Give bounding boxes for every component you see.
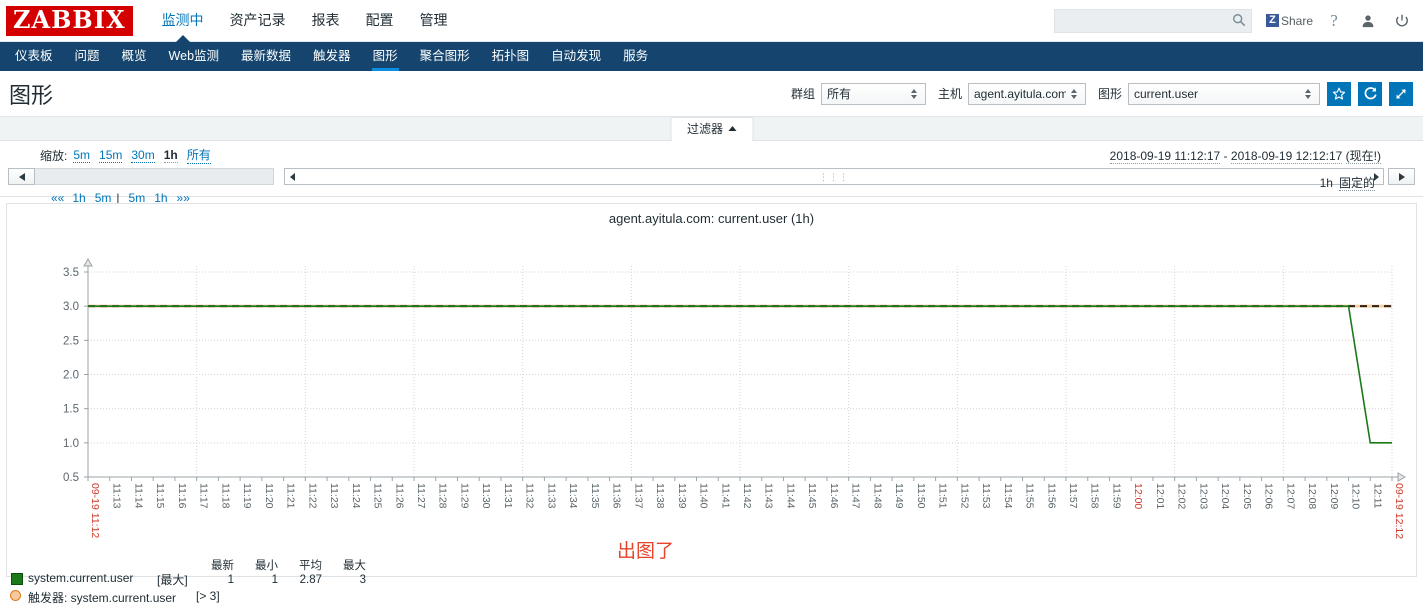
zoom-option-1h[interactable]: 1h — [163, 148, 178, 163]
arrow-left-icon — [289, 172, 295, 181]
zoom-label: 缩放: — [40, 148, 68, 163]
host-value: agent.ayitula.com — [973, 86, 1066, 101]
fixed-toggle[interactable]: 固定的 — [1338, 176, 1375, 191]
range-to[interactable]: 2018-09-19 12:12:17 — [1230, 149, 1343, 164]
graph-label: 图形 — [1097, 87, 1122, 101]
slider-handle-left[interactable] — [285, 169, 299, 184]
legend-header-last: 最新 — [211, 560, 234, 572]
zoom-option-5m[interactable]: 5m — [73, 148, 91, 163]
date-range-display: 2018-09-19 11:12:17 - 2018-09-19 12:12:1… — [1109, 147, 1381, 164]
subnav-item-latest-data[interactable]: 最新数据 — [230, 42, 302, 71]
subnav-item-overview[interactable]: 概览 — [111, 42, 158, 71]
legend-value-max: 3 — [359, 574, 366, 586]
range-dash: - — [1220, 149, 1231, 163]
time-selector-panel: 缩放: 5m 15m 30m 1h 所有 2018-09-19 11:12:17… — [0, 141, 1423, 206]
main-menu: 监测中 资产记录 报表 配置 管理 — [149, 0, 461, 41]
help-icon[interactable]: ? — [1321, 8, 1347, 34]
period-value: 1h — [1319, 176, 1333, 190]
legend-series-name: system.current.user — [28, 571, 134, 585]
period-info: 1h 固定的 — [1320, 174, 1375, 191]
range-from[interactable]: 2018-09-19 11:12:17 — [1109, 149, 1221, 164]
page-title: 图形 — [9, 82, 54, 108]
host-group-value: 所有 — [826, 87, 851, 101]
host-group-select[interactable]: 所有 — [820, 82, 926, 105]
legend-trigger-expression: [> 3] — [196, 589, 220, 603]
share-label: Share — [1280, 13, 1313, 28]
subnav-item-maps[interactable]: 拓扑图 — [481, 42, 541, 71]
main-menu-item-administration[interactable]: 管理 — [407, 0, 461, 41]
chevron-updown-icon — [906, 88, 922, 99]
main-menu-item-reports[interactable]: 报表 — [299, 0, 353, 41]
fullscreen-icon — [1396, 88, 1406, 99]
search-box[interactable] — [1053, 8, 1252, 33]
refresh-button[interactable] — [1358, 81, 1382, 106]
time-range-slider[interactable]: ⋮⋮⋮ — [284, 168, 1384, 185]
subnav-item-services[interactable]: 服务 — [612, 42, 659, 71]
filter-tab-label: 过滤器 — [686, 122, 724, 136]
share-badge-icon: Z — [1265, 14, 1279, 27]
logout-power-icon[interactable] — [1389, 8, 1415, 34]
header-actions: Z Share ? — [1053, 0, 1415, 41]
user-profile-icon[interactable] — [1355, 8, 1381, 34]
legend-header-avg: 平均 — [299, 560, 322, 572]
slider-grip-icon[interactable]: ⋮⋮⋮ — [819, 172, 849, 181]
arrow-left-icon — [18, 172, 25, 181]
search-icon[interactable] — [1232, 13, 1246, 27]
filter-toggle-tab[interactable]: 过滤器 — [669, 117, 754, 141]
group-label: 群组 — [790, 87, 815, 101]
zabbix-graphs-page: ZABBIX 监测中 资产记录 报表 配置 管理 Z Share ? 仪表板 问… — [0, 0, 1423, 611]
range-now-label[interactable]: (现在!) — [1345, 149, 1381, 164]
scroll-left-button[interactable] — [8, 168, 35, 185]
search-input[interactable] — [1054, 9, 1228, 32]
main-menu-item-configuration[interactable]: 配置 — [353, 0, 407, 41]
time-slider-row: ⋮⋮⋮ — [8, 168, 1415, 185]
graph-select[interactable]: current.user — [1128, 82, 1320, 105]
chevron-updown-icon — [1300, 88, 1316, 99]
graph-title: agent.ayitula.com: current.user (1h) — [608, 211, 815, 226]
legend-trigger-name: 触发器: system.current.user — [28, 591, 177, 605]
subnav-item-dashboard[interactable]: 仪表板 — [4, 42, 64, 71]
subnav-item-screens[interactable]: 聚合图形 — [409, 42, 481, 71]
graph-value: current.user — [1134, 86, 1199, 101]
page-title-row: 图形 群组 所有 主机 agent.ayitula.com 图形 current… — [0, 71, 1423, 116]
main-menu-item-inventory[interactable]: 资产记录 — [217, 0, 299, 41]
chevron-updown-icon — [1066, 88, 1082, 99]
subnav-item-problems[interactable]: 问题 — [64, 42, 111, 71]
zoom-option-all[interactable]: 所有 — [186, 146, 211, 164]
host-label: 主机 — [937, 87, 962, 101]
main-menu-item-monitoring[interactable]: 监测中 — [149, 0, 217, 41]
legend-value-last: 1 — [227, 574, 234, 586]
legend-value-avg: 2.87 — [299, 574, 322, 586]
legend-trigger-color-swatch — [10, 590, 21, 601]
zoom-option-15m[interactable]: 15m — [99, 148, 123, 163]
zoom-option-30m[interactable]: 30m — [131, 148, 155, 163]
add-favorite-button[interactable] — [1327, 81, 1351, 106]
legend-series-aggregate: [最大] — [157, 573, 188, 587]
share-button[interactable]: Z Share — [1265, 13, 1313, 28]
scroll-right-button[interactable] — [1388, 168, 1415, 185]
legend-header-min: 最小 — [255, 560, 278, 572]
filter-tab-row: 过滤器 — [0, 116, 1423, 141]
zabbix-logo[interactable]: ZABBIX — [6, 5, 133, 36]
refresh-icon — [1364, 87, 1377, 100]
subnav-item-graphs[interactable]: 图形 — [362, 42, 409, 71]
filter-controls: 群组 所有 主机 agent.ayitula.com 图形 current.us… — [779, 71, 1413, 116]
legend-value-min: 1 — [271, 574, 278, 586]
slider-track-left[interactable] — [35, 168, 274, 185]
graph-card: agent.ayitula.com: current.user (1h) — [6, 203, 1417, 577]
legend-series-color-swatch — [11, 573, 23, 585]
sub-nav: 仪表板 问题 概览 Web监测 最新数据 触发器 图形 聚合图形 拓扑图 自动发… — [0, 42, 1423, 71]
graph-annotation: 出图了 — [617, 540, 675, 562]
top-header: ZABBIX 监测中 资产记录 报表 配置 管理 Z Share ? — [0, 0, 1423, 42]
chevron-up-icon — [728, 126, 737, 131]
arrow-right-icon — [1398, 172, 1405, 181]
star-icon — [1332, 87, 1346, 100]
subnav-item-discovery[interactable]: 自动发现 — [540, 42, 612, 71]
fullscreen-button[interactable] — [1389, 81, 1413, 106]
legend-header-max: 最大 — [343, 560, 366, 572]
subnav-item-triggers[interactable]: 触发器 — [302, 42, 362, 71]
subnav-item-web[interactable]: Web监测 — [158, 42, 230, 71]
host-select[interactable]: agent.ayitula.com — [967, 82, 1086, 105]
